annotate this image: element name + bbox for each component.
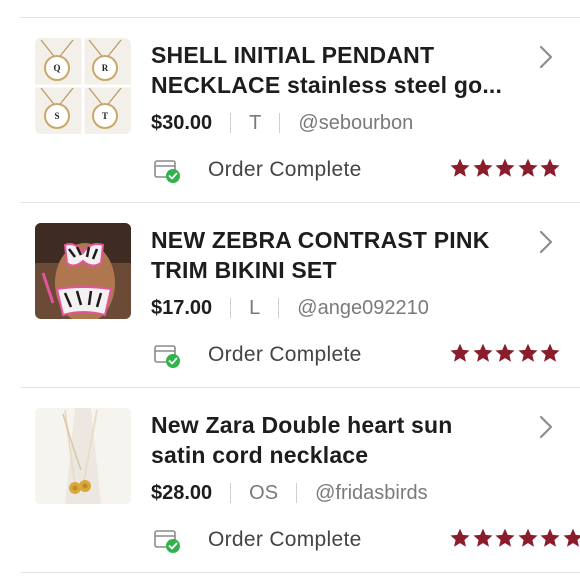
seller-handle[interactable]: @ange092210	[297, 297, 429, 320]
chevron-right-icon[interactable]	[536, 227, 556, 257]
product-title[interactable]: NEW ZEBRA CONTRAST PINK TRIM BIKINI SET	[151, 225, 521, 285]
separator	[230, 113, 232, 133]
product-title-line: New Zara Double heart sun	[151, 412, 453, 438]
thumb-letter: Q	[53, 63, 60, 73]
price: $28.00	[151, 481, 213, 504]
size: OS	[249, 481, 279, 504]
rating-stars	[449, 157, 562, 179]
status-text: Order Complete	[208, 343, 362, 366]
thumb-letter: T	[102, 111, 108, 121]
size: L	[249, 296, 261, 319]
separator	[279, 113, 281, 133]
product-title-line: NEW ZEBRA CONTRAST PINK	[151, 227, 490, 253]
product-title-line: NECKLACE stainless steel go...	[151, 72, 503, 98]
price: $17.00	[151, 296, 213, 319]
divider	[20, 572, 580, 573]
rating-stars	[449, 527, 580, 549]
order-status: Order Complete	[152, 338, 362, 372]
star-icon	[472, 158, 493, 177]
product-title[interactable]: New Zara Double heart sun satin cord nec…	[151, 410, 521, 470]
order-meta: $17.00 L @ange092210	[151, 293, 429, 323]
chevron-right-icon[interactable]	[536, 42, 556, 72]
seller-handle[interactable]: @fridasbirds	[315, 482, 428, 505]
star-icon	[540, 343, 560, 362]
product-title[interactable]: SHELL INITIAL PENDANT NECKLACE stainless…	[151, 40, 521, 100]
star-icon	[562, 528, 580, 547]
order-status: Order Complete	[152, 153, 362, 187]
status-text: Order Complete	[208, 158, 362, 181]
order-list: Q R S T SHELL INITIAL PENDANT NECKLACE s…	[0, 0, 580, 580]
star-icon	[517, 343, 538, 362]
star-icon	[517, 528, 538, 547]
product-title-line: SHELL INITIAL PENDANT	[151, 42, 435, 68]
chevron-right-icon[interactable]	[536, 412, 556, 442]
product-thumbnail[interactable]	[35, 223, 131, 319]
star-icon	[450, 343, 470, 362]
star-icon	[472, 528, 493, 547]
star-icon	[495, 528, 515, 547]
product-thumbnail[interactable]: Q R S T	[35, 38, 131, 134]
order-meta: $30.00 T @sebourbon	[151, 108, 413, 138]
order-meta: $28.00 OS @fridasbirds	[151, 478, 428, 508]
separator	[230, 298, 232, 318]
product-title-line: TRIM BIKINI SET	[151, 257, 337, 283]
size: T	[249, 111, 262, 134]
star-icon	[495, 158, 515, 177]
order-status: Order Complete	[152, 523, 362, 557]
product-title-line: satin cord necklace	[151, 442, 369, 468]
order-complete-icon	[154, 530, 180, 553]
order-complete-icon	[154, 345, 180, 368]
star-icon	[540, 158, 560, 177]
price: $30.00	[151, 111, 213, 134]
thumb-letter: S	[54, 111, 59, 121]
order-row[interactable]: Q R S T SHELL INITIAL PENDANT NECKLACE s…	[0, 18, 580, 202]
separator	[278, 298, 280, 318]
rating-stars	[449, 342, 562, 364]
star-icon	[472, 343, 493, 362]
star-icon	[517, 158, 538, 177]
seller-handle[interactable]: @sebourbon	[298, 112, 413, 135]
separator	[296, 483, 298, 503]
status-text: Order Complete	[208, 528, 362, 551]
star-icon	[540, 528, 560, 547]
order-row[interactable]: NEW ZEBRA CONTRAST PINK TRIM BIKINI SET …	[0, 203, 580, 387]
star-icon	[495, 343, 515, 362]
star-icon	[450, 158, 470, 177]
order-complete-icon	[154, 160, 180, 183]
order-row[interactable]: New Zara Double heart sun satin cord nec…	[0, 388, 580, 572]
product-thumbnail[interactable]	[35, 408, 131, 504]
separator	[230, 483, 232, 503]
thumb-letter: R	[102, 63, 109, 73]
star-icon	[450, 528, 470, 547]
